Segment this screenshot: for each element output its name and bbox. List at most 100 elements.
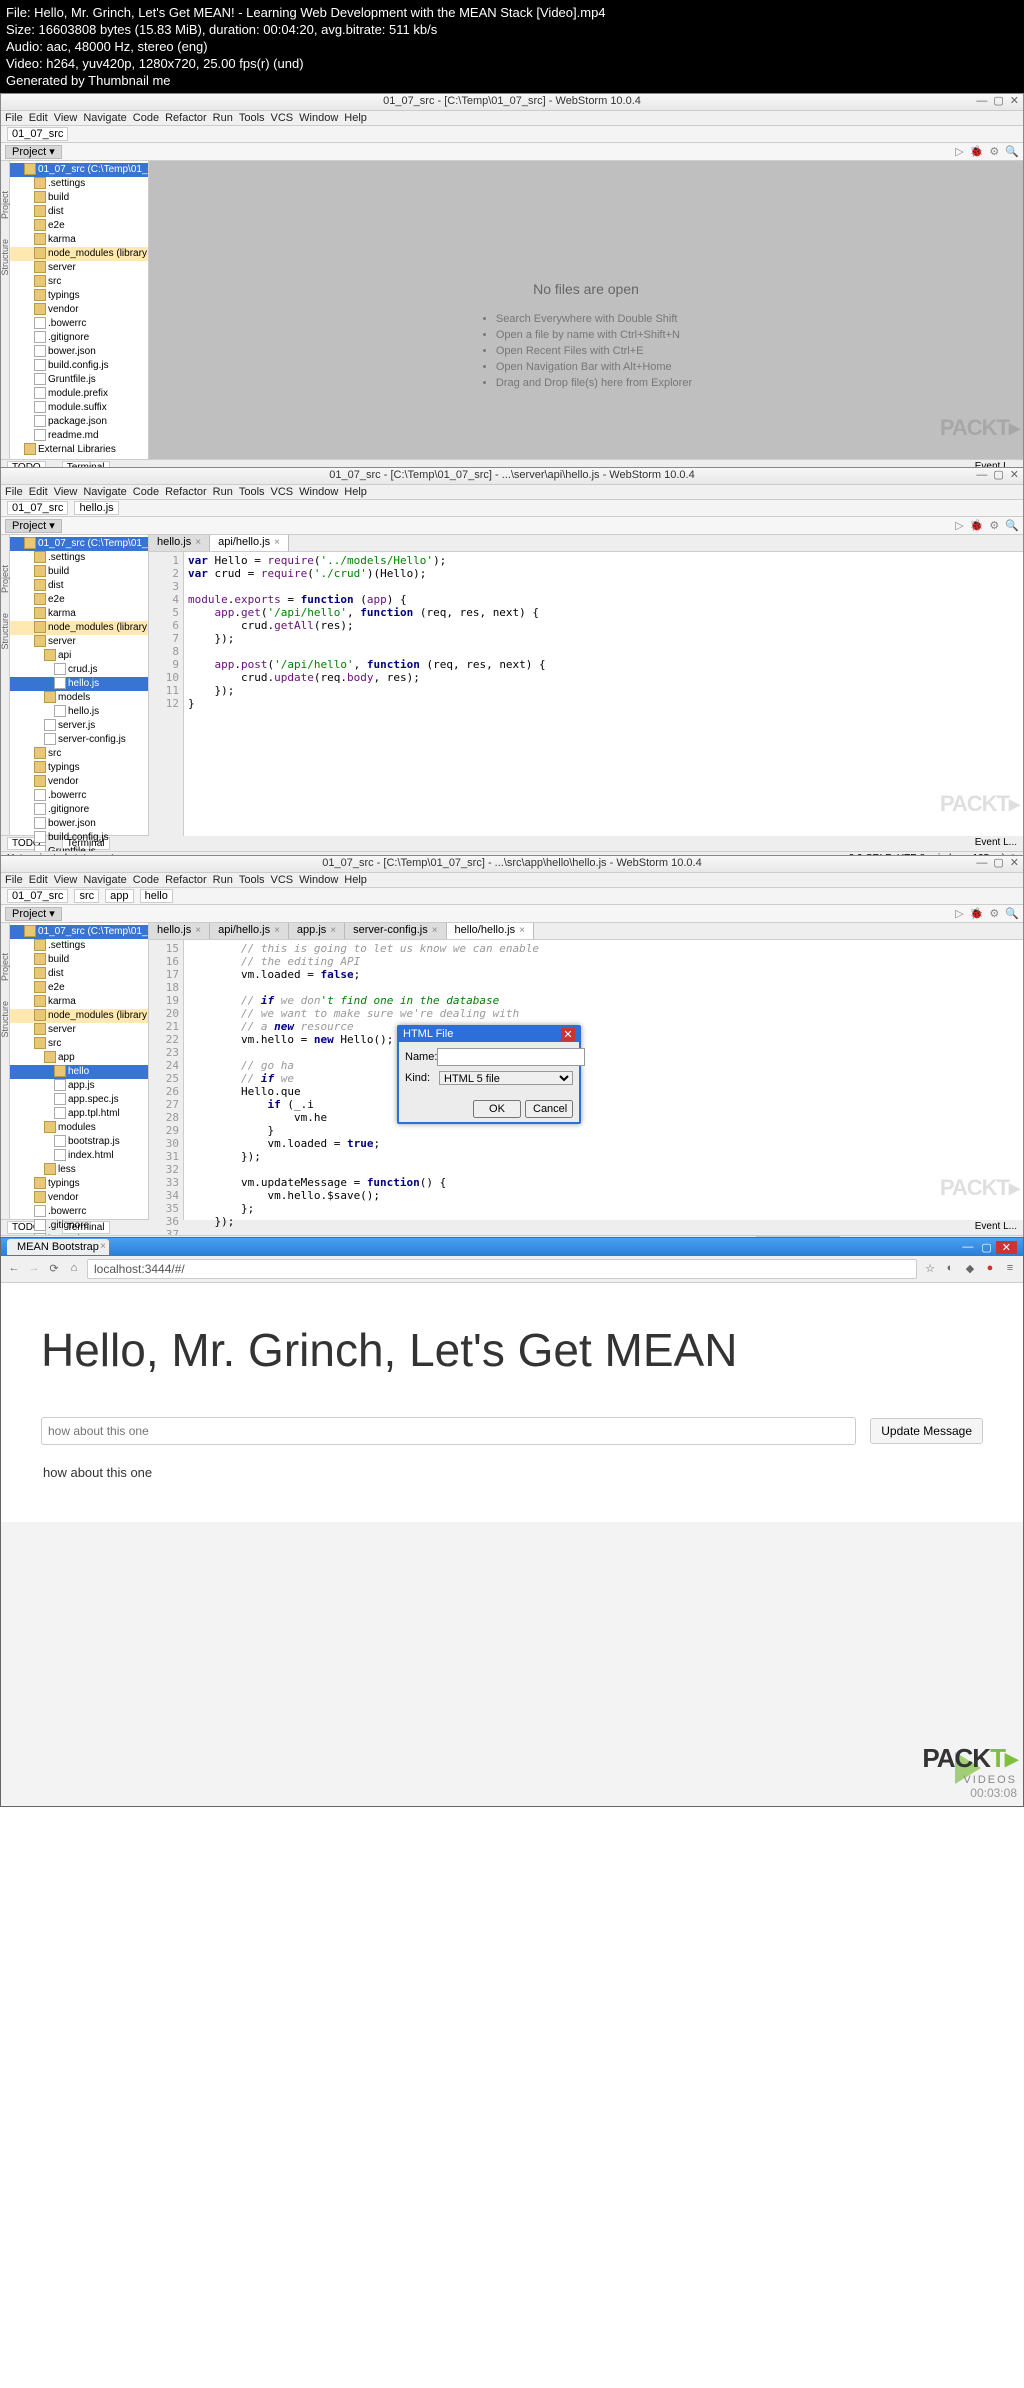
event-log-button[interactable]: Event L... bbox=[975, 1221, 1017, 1234]
breadcrumb[interactable]: 01_07_src hello.js bbox=[1, 500, 1023, 517]
tree-item[interactable]: package.json bbox=[10, 415, 148, 429]
event-log-button[interactable]: Event L... bbox=[975, 837, 1017, 850]
browser-tab[interactable]: MEAN Bootstrap× bbox=[7, 1239, 109, 1255]
tree-item[interactable]: node_modules (library home) bbox=[10, 1009, 148, 1023]
debug-icon[interactable]: 🐞 bbox=[970, 520, 984, 532]
tree-item[interactable]: .bowerrc bbox=[10, 317, 148, 331]
tree-item[interactable]: .gitignore bbox=[10, 803, 148, 817]
editor-tab[interactable]: api/hello.js× bbox=[210, 923, 289, 939]
run-icon[interactable]: ▷ bbox=[955, 520, 963, 532]
menu-vcs[interactable]: VCS bbox=[271, 874, 294, 886]
breadcrumb[interactable]: 01_07_src bbox=[1, 126, 1023, 143]
menu-edit[interactable]: Edit bbox=[29, 486, 48, 498]
project-tree[interactable]: 01_07_src (C:\Temp\01_07_src).settingsbu… bbox=[10, 161, 149, 459]
forward-icon[interactable]: → bbox=[27, 1262, 41, 1276]
close-icon[interactable]: ✕ bbox=[1010, 469, 1019, 481]
menu-vcs[interactable]: VCS bbox=[271, 112, 294, 124]
editor-tab[interactable]: hello/hello.js× bbox=[447, 923, 534, 939]
debug-icon[interactable]: 🐞 bbox=[970, 146, 984, 158]
tree-item[interactable]: server bbox=[10, 635, 148, 649]
tree-item[interactable]: e2e bbox=[10, 219, 148, 233]
tab-close-icon[interactable]: × bbox=[195, 925, 201, 936]
tab-close-icon[interactable]: × bbox=[432, 925, 438, 936]
minimize-icon[interactable]: — bbox=[962, 1241, 973, 1253]
address-bar[interactable]: localhost:3444/#/ bbox=[87, 1259, 917, 1279]
run-icon[interactable]: ▷ bbox=[955, 908, 963, 920]
ext-icon[interactable]: ● bbox=[983, 1262, 997, 1276]
tree-item[interactable]: vendor bbox=[10, 775, 148, 789]
cancel-button[interactable]: Cancel bbox=[525, 1100, 573, 1118]
menu-edit[interactable]: Edit bbox=[29, 874, 48, 886]
settings-icon[interactable]: ⚙ bbox=[989, 146, 999, 158]
tree-item[interactable]: server bbox=[10, 261, 148, 275]
main-menu[interactable]: FileEditViewNavigateCodeRefactorRunTools… bbox=[1, 111, 1023, 126]
menu-file[interactable]: File bbox=[5, 874, 23, 886]
project-tree[interactable]: 01_07_src (C:\Temp\01_07_src).settingsbu… bbox=[10, 923, 149, 1219]
menu-tools[interactable]: Tools bbox=[239, 112, 265, 124]
menu-edit[interactable]: Edit bbox=[29, 112, 48, 124]
settings-icon[interactable]: ⚙ bbox=[989, 908, 999, 920]
tree-item[interactable]: src bbox=[10, 1037, 148, 1051]
menu-view[interactable]: View bbox=[54, 874, 78, 886]
menu-code[interactable]: Code bbox=[133, 874, 159, 886]
tree-item[interactable]: build bbox=[10, 565, 148, 579]
kind-select[interactable]: HTML 5 file bbox=[439, 1071, 573, 1085]
tree-item[interactable]: readme.md bbox=[10, 429, 148, 443]
tree-item[interactable]: server.js bbox=[10, 719, 148, 733]
message-input[interactable] bbox=[41, 1417, 856, 1445]
menu-file[interactable]: File bbox=[5, 486, 23, 498]
tree-item[interactable]: .bowerrc bbox=[10, 789, 148, 803]
tab-close-icon[interactable]: × bbox=[274, 925, 280, 936]
tree-item[interactable]: module.suffix bbox=[10, 401, 148, 415]
tree-item[interactable]: modules bbox=[10, 1121, 148, 1135]
tree-item[interactable]: app.spec.js bbox=[10, 1093, 148, 1107]
tree-item[interactable]: bower.json bbox=[10, 345, 148, 359]
menu-refactor[interactable]: Refactor bbox=[165, 486, 207, 498]
tree-item[interactable]: karma bbox=[10, 995, 148, 1009]
tree-item[interactable]: src bbox=[10, 275, 148, 289]
menu-run[interactable]: Run bbox=[213, 486, 233, 498]
tree-item[interactable]: hello bbox=[10, 1065, 148, 1079]
tab-close-icon[interactable]: × bbox=[519, 925, 525, 936]
ok-button[interactable]: OK bbox=[473, 1100, 521, 1118]
tree-item[interactable]: app.tpl.html bbox=[10, 1107, 148, 1121]
tree-item[interactable]: build.config.js bbox=[10, 359, 148, 373]
menu-navigate[interactable]: Navigate bbox=[83, 874, 126, 886]
reload-icon[interactable]: ⟳ bbox=[47, 1262, 61, 1276]
search-icon[interactable]: 🔍 bbox=[1005, 908, 1019, 920]
menu-run[interactable]: Run bbox=[213, 874, 233, 886]
project-tab[interactable]: Project ▾ bbox=[5, 907, 62, 921]
editor-tab[interactable]: api/hello.js× bbox=[210, 535, 289, 551]
close-icon[interactable]: ✕ bbox=[1010, 857, 1019, 869]
tab-close-icon[interactable]: × bbox=[195, 537, 201, 548]
menu-window[interactable]: Window bbox=[299, 486, 338, 498]
tab-close-icon[interactable]: × bbox=[100, 1241, 106, 1252]
ext-icon[interactable]: ◐ bbox=[943, 1262, 957, 1276]
menu-help[interactable]: Help bbox=[344, 874, 367, 886]
project-tab[interactable]: Project ▾ bbox=[5, 519, 62, 533]
tree-item[interactable]: vendor bbox=[10, 1191, 148, 1205]
tree-item[interactable]: index.html bbox=[10, 1149, 148, 1163]
tree-item[interactable]: server-config.js bbox=[10, 733, 148, 747]
maximize-icon[interactable]: ▢ bbox=[981, 1241, 991, 1254]
run-icon[interactable]: ▷ bbox=[955, 146, 963, 158]
menu-run[interactable]: Run bbox=[213, 112, 233, 124]
tree-item[interactable]: 01_07_src (C:\Temp\01_07_src) bbox=[10, 537, 148, 551]
tree-item[interactable]: 01_07_src (C:\Temp\01_07_src) bbox=[10, 925, 148, 939]
ext-icon[interactable]: ◆ bbox=[963, 1262, 977, 1276]
menu-view[interactable]: View bbox=[54, 486, 78, 498]
menu-tools[interactable]: Tools bbox=[239, 874, 265, 886]
menu-code[interactable]: Code bbox=[133, 112, 159, 124]
menu-refactor[interactable]: Refactor bbox=[165, 874, 207, 886]
tree-item[interactable]: typings bbox=[10, 1177, 148, 1191]
tree-item[interactable]: bootstrap.js bbox=[10, 1135, 148, 1149]
menu-refactor[interactable]: Refactor bbox=[165, 112, 207, 124]
code-editor[interactable]: var Hello = require('../models/Hello'); … bbox=[184, 552, 1023, 836]
tree-item[interactable]: .settings bbox=[10, 939, 148, 953]
minimize-icon[interactable]: — bbox=[976, 95, 987, 107]
tree-item[interactable]: vendor bbox=[10, 303, 148, 317]
tree-item[interactable]: .gitignore bbox=[10, 331, 148, 345]
menu-navigate[interactable]: Navigate bbox=[83, 486, 126, 498]
tree-item[interactable]: .gitignore bbox=[10, 1219, 148, 1233]
close-icon[interactable]: ✕ bbox=[996, 1241, 1017, 1254]
